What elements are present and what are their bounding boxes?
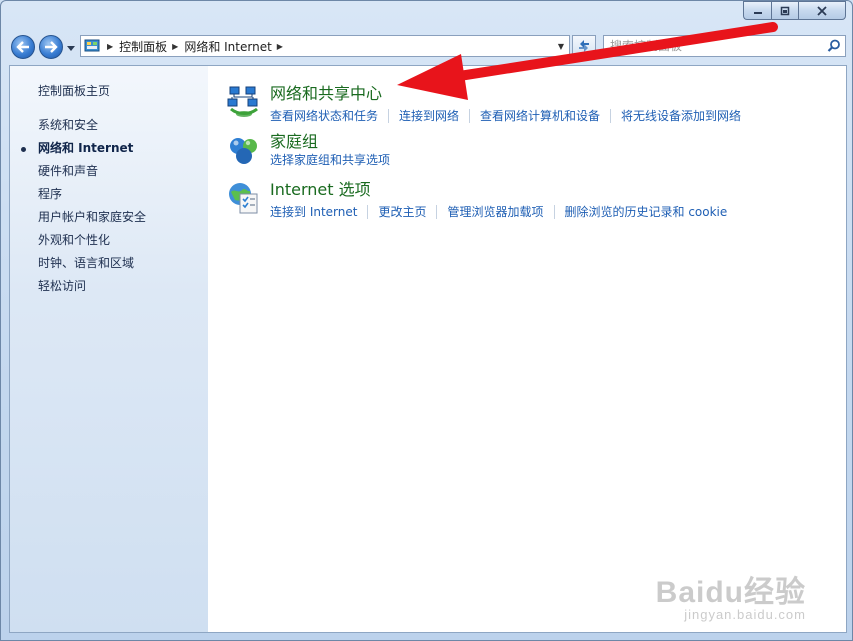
category-text: Internet 选项 连接到 Internet 更改主页 管理浏览器加载项 删… [270,180,727,220]
refresh-icon [579,40,589,52]
close-button[interactable] [798,1,846,20]
sidebar-item-label: 网络和 Internet [38,141,134,155]
internet-options-icon [229,183,258,214]
sidebar: 控制面板主页 系统和安全 网络和 Internet 硬件和声音 程序 用户帐户和… [10,66,208,632]
sidebar-item-ease-of-access[interactable]: 轻松访问 [38,275,146,298]
baidu-watermark: Baidu经验 jingyan.baidu.com [656,567,806,622]
sidebar-item-system-security[interactable]: 系统和安全 [38,114,146,137]
sidebar-item-user-accounts[interactable]: 用户帐户和家庭安全 [38,206,146,229]
category-links: 选择家庭组和共享选项 [270,152,390,168]
link-separator [367,205,369,219]
navigation-bar: ▶ 控制面板 ▶ 网络和 Internet ▶ ▼ [9,33,846,61]
link-homegroup-sharing-options[interactable]: 选择家庭组和共享选项 [270,152,390,168]
breadcrumb-separator-icon[interactable]: ▶ [107,42,113,51]
watermark-main-text: Baidu经验 [655,576,806,609]
link-connect-to-internet[interactable]: 连接到 Internet [270,204,357,220]
category-text: 网络和共享中心 查看网络状态和任务 连接到网络 查看网络计算机和设备 将无线设备… [270,84,741,124]
breadcrumb-separator-icon[interactable]: ▶ [172,42,178,51]
content-area: 控制面板主页 系统和安全 网络和 Internet 硬件和声音 程序 用户帐户和… [9,65,847,633]
minimize-icon [753,11,762,14]
network-sharing-icon [227,86,258,117]
homegroup-icon [230,138,257,164]
arrow-left-icon [16,41,29,53]
breadcrumb-network-internet[interactable]: 网络和 Internet [184,38,271,55]
search-box[interactable] [603,35,846,57]
minimize-button[interactable] [743,1,771,20]
sidebar-item-appearance[interactable]: 外观和个性化 [38,229,146,252]
link-change-homepage[interactable]: 更改主页 [378,204,426,220]
sidebar-item-label: 系统和安全 [38,118,99,132]
link-view-network-status[interactable]: 查看网络状态和任务 [270,108,378,124]
sidebar-item-programs[interactable]: 程序 [38,183,146,206]
link-connect-to-network[interactable]: 连接到网络 [399,108,459,124]
link-delete-browsing-history[interactable]: 删除浏览的历史记录和 cookie [565,204,728,220]
category-homegroup: 家庭组 选择家庭组和共享选项 [226,132,390,168]
search-input[interactable] [610,38,810,54]
sidebar-item-label: 外观和个性化 [38,233,111,247]
recent-pages-dropdown-icon[interactable] [66,43,76,53]
sidebar-category-list: 系统和安全 网络和 Internet 硬件和声音 程序 用户帐户和家庭安全 外观… [21,114,146,298]
sidebar-item-label: 硬件和声音 [38,164,99,178]
breadcrumb-control-panel[interactable]: 控制面板 [119,38,167,55]
link-separator [469,109,471,123]
sidebar-item-network-internet[interactable]: 网络和 Internet [21,137,146,160]
link-separator [388,109,390,123]
category-links: 查看网络状态和任务 连接到网络 查看网络计算机和设备 将无线设备添加到网络 [270,108,741,124]
sidebar-home-link[interactable]: 控制面板主页 [38,82,110,99]
category-links: 连接到 Internet 更改主页 管理浏览器加载项 删除浏览的历史记录和 co… [270,204,727,220]
address-history-dropdown[interactable]: ▼ [553,36,569,56]
category-title[interactable]: Internet 选项 [270,180,371,200]
control-panel-window: ▶ 控制面板 ▶ 网络和 Internet ▶ ▼ 控制面板主页 系统和安全 [0,0,853,641]
link-separator [436,205,438,219]
sidebar-item-label: 轻松访问 [38,279,87,293]
category-title[interactable]: 网络和共享中心 [270,84,382,104]
link-separator [553,205,555,219]
sidebar-item-hardware-sound[interactable]: 硬件和声音 [38,160,146,183]
sidebar-item-label: 程序 [38,187,63,201]
link-separator [610,109,612,123]
category-network-sharing-center: 网络和共享中心 查看网络状态和任务 连接到网络 查看网络计算机和设备 将无线设备… [226,84,741,124]
category-internet-options: Internet 选项 连接到 Internet 更改主页 管理浏览器加载项 删… [226,180,727,220]
category-title[interactable]: 家庭组 [270,132,318,152]
breadcrumb-separator-icon[interactable]: ▶ [277,42,283,51]
maximize-button[interactable] [771,1,798,20]
close-icon [817,5,827,16]
sidebar-item-label: 时钟、语言和区域 [38,256,135,270]
search-icon[interactable] [827,39,841,53]
restore-icon [780,6,790,15]
sidebar-item-label: 用户帐户和家庭安全 [38,210,147,224]
current-page-bullet-icon [21,147,26,152]
back-button[interactable] [11,35,35,59]
address-bar[interactable]: ▶ 控制面板 ▶ 网络和 Internet ▶ ▼ [80,35,570,57]
control-panel-icon [84,39,100,52]
caption-buttons [743,1,846,20]
category-text: 家庭组 选择家庭组和共享选项 [270,132,390,168]
refresh-button[interactable] [572,35,596,57]
main-panel: 网络和共享中心 查看网络状态和任务 连接到网络 查看网络计算机和设备 将无线设备… [208,66,846,632]
link-add-wireless-device[interactable]: 将无线设备添加到网络 [621,108,741,124]
link-view-network-computers[interactable]: 查看网络计算机和设备 [480,108,600,124]
sidebar-item-clock-language-region[interactable]: 时钟、语言和区域 [38,252,146,275]
link-manage-addons[interactable]: 管理浏览器加载项 [447,204,543,220]
arrow-right-icon [45,41,58,53]
forward-button[interactable] [39,35,63,59]
